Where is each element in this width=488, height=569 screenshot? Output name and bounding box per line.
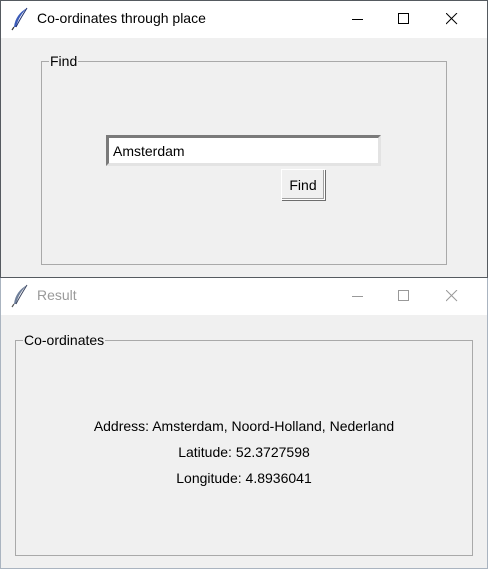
longitude-value: 4.8936041 bbox=[245, 470, 312, 486]
result-window: Result Co-ordinates Address: Amsterdam, … bbox=[0, 278, 488, 569]
minimize-icon bbox=[352, 19, 363, 20]
place-search-input[interactable] bbox=[106, 135, 381, 166]
coordinates-group-label: Co-ordinates bbox=[23, 332, 106, 349]
find-group-label: Find bbox=[49, 53, 79, 70]
minimize-button[interactable] bbox=[335, 278, 381, 315]
maximize-icon bbox=[398, 290, 409, 301]
find-button[interactable]: Find bbox=[281, 169, 325, 200]
longitude-line: Longitude: 4.8936041 bbox=[1, 470, 487, 486]
address-label: Address: bbox=[93, 418, 150, 434]
close-icon bbox=[446, 290, 458, 302]
address-value: Amsterdam, Noord-Holland, Nederland bbox=[152, 418, 395, 434]
minimize-button[interactable] bbox=[335, 1, 381, 38]
close-button[interactable] bbox=[429, 1, 475, 38]
longitude-label: Longitude: bbox=[176, 470, 242, 486]
find-window: Co-ordinates through place Find Find bbox=[0, 0, 488, 278]
maximize-icon bbox=[398, 13, 409, 24]
maximize-button[interactable] bbox=[381, 278, 427, 315]
window-title: Co-ordinates through place bbox=[37, 10, 206, 26]
feather-icon bbox=[9, 284, 31, 308]
latitude-line: Latitude: 52.3727598 bbox=[1, 444, 487, 460]
close-icon bbox=[446, 13, 458, 25]
minimize-icon bbox=[352, 296, 363, 297]
address-line: Address: Amsterdam, Noord-Holland, Neder… bbox=[1, 418, 487, 434]
find-window-titlebar[interactable]: Co-ordinates through place bbox=[1, 1, 487, 38]
window-title: Result bbox=[37, 287, 77, 303]
close-button[interactable] bbox=[429, 278, 475, 315]
latitude-value: 52.3727598 bbox=[235, 444, 310, 460]
latitude-label: Latitude: bbox=[178, 444, 232, 460]
feather-icon bbox=[9, 7, 31, 31]
maximize-button[interactable] bbox=[381, 1, 427, 38]
result-window-titlebar[interactable]: Result bbox=[1, 278, 487, 315]
